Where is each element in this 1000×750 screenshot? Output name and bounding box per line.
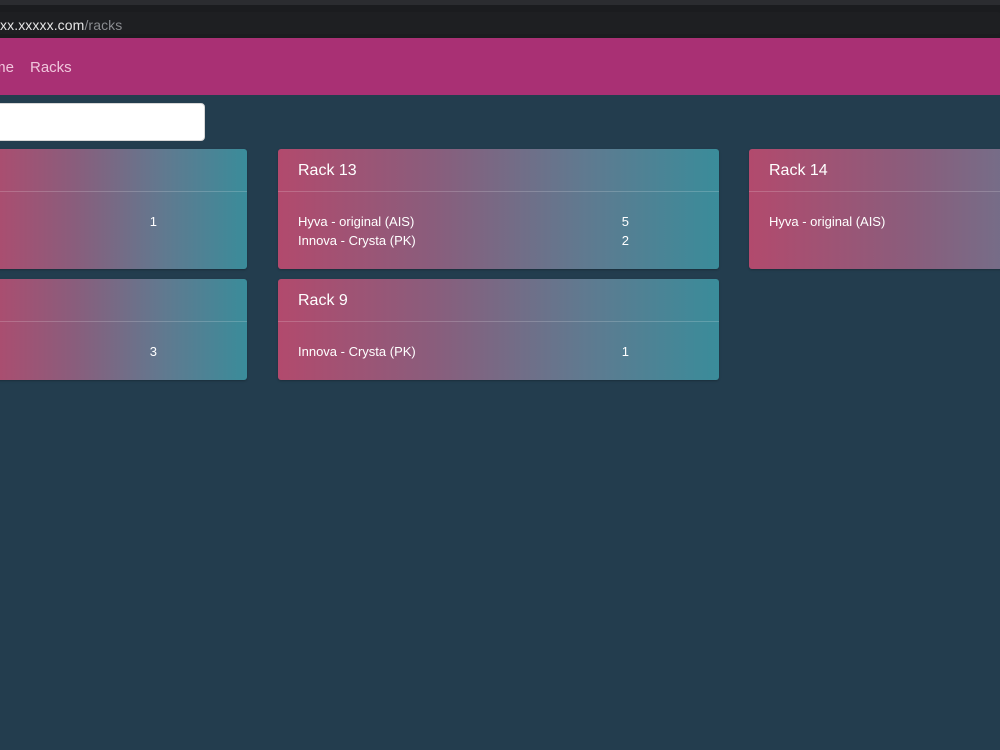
item-name: Innova - Crysta (PK) — [298, 344, 416, 359]
card-header — [0, 149, 247, 192]
address-bar[interactable] — [0, 12, 1000, 34]
list-item: Hyva - original (AIS) — [769, 214, 929, 232]
nav-link-racks[interactable]: Racks — [30, 59, 72, 76]
item-quantity: 5 — [621, 214, 629, 229]
item-quantity: 2 — [621, 233, 629, 248]
browser-toolbar: xx.xxxxx.com/racks — [0, 0, 1000, 38]
item-quantity: 1 — [149, 214, 157, 229]
rack-card[interactable]: 1 — [0, 149, 247, 269]
rack-card-13[interactable]: Rack 13 Hyva - original (AIS) 5 Innova -… — [278, 149, 719, 269]
card-title: Rack 14 — [769, 162, 828, 179]
item-quantity: 1 — [621, 344, 629, 359]
item-name: Hyva - original (AIS) — [298, 214, 415, 229]
list-item: Innova - Crysta (PK) 2 — [298, 233, 629, 251]
card-header: Rack 13 — [278, 149, 719, 192]
card-header: Rack 14 — [749, 149, 1000, 192]
card-header: Rack 9 — [278, 279, 719, 322]
navbar: Home Racks — [0, 38, 1000, 95]
list-item: Hyva - original (AIS) 5 — [298, 214, 629, 232]
item-quantity: 3 — [149, 344, 157, 359]
card-title: Rack 13 — [298, 162, 357, 179]
url-path: /racks — [84, 17, 123, 33]
rack-card[interactable]: 3 — [0, 279, 247, 380]
item-name: Hyva - original (AIS) — [769, 214, 886, 229]
list-item: 3 — [0, 344, 157, 362]
rack-card-9[interactable]: Rack 9 Innova - Crysta (PK) 1 — [278, 279, 719, 380]
search-input[interactable] — [0, 103, 205, 141]
item-name: Innova - Crysta (PK) — [298, 233, 416, 248]
list-item: 1 — [0, 214, 157, 232]
card-title: Rack 9 — [298, 292, 348, 309]
rack-card-14[interactable]: Rack 14 Hyva - original (AIS) — [749, 149, 1000, 269]
url-host: xx.xxxxx.com — [0, 17, 85, 33]
list-item: Innova - Crysta (PK) 1 — [298, 344, 629, 362]
address-url[interactable]: xx.xxxxx.com/racks — [0, 17, 122, 33]
nav-link-home[interactable]: Home — [0, 59, 14, 76]
card-header — [0, 279, 247, 322]
